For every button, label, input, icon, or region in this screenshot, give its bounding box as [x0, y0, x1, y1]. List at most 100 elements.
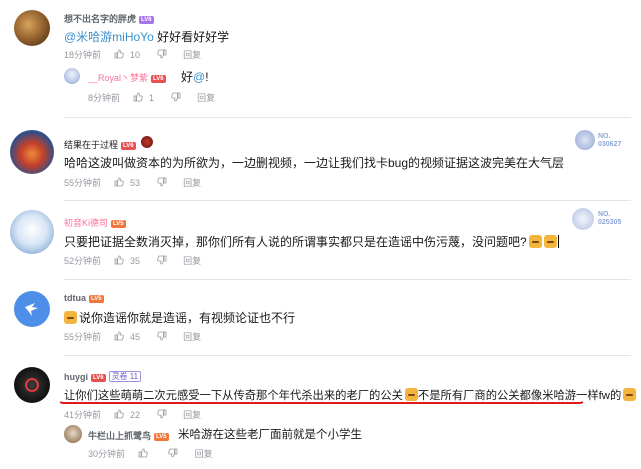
- fan-medal-badge[interactable]: 灵卷 11: [108, 371, 142, 382]
- comment-meta: 55分钟前 53 回复: [64, 176, 201, 189]
- like-icon[interactable]: [114, 255, 124, 267]
- reply-button[interactable]: 回复: [183, 254, 201, 267]
- dislike-icon[interactable]: [168, 448, 178, 460]
- reply-username-text[interactable]: 牛栏山上抓鹭鸟: [88, 431, 151, 441]
- dislike-icon[interactable]: [156, 255, 167, 267]
- flower-decoration-icon: [141, 136, 153, 148]
- username[interactable]: 结果在于过程 LV6: [64, 138, 136, 151]
- avatar[interactable]: [64, 425, 82, 443]
- fan-medal-name: 灵卷: [111, 372, 128, 381]
- reply-button[interactable]: 回复: [183, 48, 201, 61]
- comment-meta: 52分钟前 35 回复: [64, 254, 201, 267]
- reply-content: 好@!: [181, 68, 209, 85]
- comment-text: 哈哈这波叫做资本的为所欲为，一边删视频，一边让我们找卡bug的视频证据这波完美在…: [64, 156, 565, 170]
- reply-text: 好: [181, 70, 194, 84]
- like-icon[interactable]: [138, 448, 148, 460]
- comment-content: 只要把证据全数消灭掉，那你们所有人说的所谓事实都只是在造谣中伤污蔑，没问题吧?: [64, 233, 559, 250]
- dislike-icon[interactable]: [170, 92, 181, 104]
- comment-meta: 55分钟前 45 回复: [64, 330, 201, 343]
- username-text[interactable]: 结果在于过程: [64, 140, 118, 150]
- fan-card-label: NO.: [598, 133, 611, 140]
- emoji-icon: [543, 235, 557, 248]
- like-count: 1: [149, 92, 155, 103]
- reply-time: 30分钟前: [88, 449, 126, 459]
- username-text[interactable]: huygi: [64, 372, 88, 382]
- reply-button[interactable]: 回复: [183, 408, 201, 421]
- like-icon[interactable]: [114, 49, 124, 61]
- dislike-icon[interactable]: [156, 331, 167, 343]
- avatar[interactable]: [10, 210, 54, 254]
- comment-content: @米哈游miHoYo 好好看好好学: [64, 28, 229, 45]
- avatar[interactable]: [14, 291, 50, 327]
- emoji-icon: [64, 311, 77, 324]
- emoji-icon: [528, 235, 542, 248]
- fan-card-number: NO. 025305: [598, 211, 621, 227]
- divider: [64, 200, 631, 201]
- like-icon[interactable]: [114, 409, 124, 421]
- reply-time: 8分钟前: [88, 93, 121, 103]
- avatar[interactable]: [14, 10, 50, 46]
- like-icon[interactable]: [114, 331, 124, 343]
- level-badge: LV6: [91, 374, 106, 382]
- mention-link[interactable]: @米哈游miHoYo: [64, 30, 154, 44]
- like-count: 45: [130, 331, 141, 342]
- reply-button[interactable]: 回复: [197, 91, 215, 104]
- like-count: 22: [130, 409, 141, 420]
- fan-card-icon: [572, 208, 594, 230]
- dislike-icon[interactable]: [156, 49, 167, 61]
- mention-link[interactable]: @: [193, 70, 205, 84]
- username[interactable]: 初音Ki德司 LV5: [64, 216, 126, 229]
- reply-username[interactable]: __Royal丶梦紫 LV6: [88, 71, 166, 84]
- dislike-icon[interactable]: [156, 177, 167, 189]
- like-icon[interactable]: [114, 177, 124, 189]
- level-badge: LV6: [151, 75, 166, 83]
- fan-card-number: NO. 030627: [598, 133, 621, 149]
- divider: [64, 279, 631, 280]
- username-text[interactable]: tdtua: [64, 293, 86, 303]
- username[interactable]: huygi LV6 灵卷 11: [64, 371, 142, 382]
- text-cursor: [557, 235, 559, 248]
- comment-time: 55分钟前: [64, 332, 102, 342]
- username-text[interactable]: 想不出名字的胖虎: [64, 14, 136, 24]
- username-text[interactable]: 初音Ki德司: [64, 218, 108, 228]
- level-badge: LV6: [121, 142, 136, 150]
- comment-text: 只要把证据全数消灭掉，那你们所有人说的所谓事实都只是在造谣中伤污蔑，没问题吧?: [64, 235, 527, 249]
- comment-time: 18分钟前: [64, 50, 102, 60]
- level-badge: LV5: [89, 295, 104, 303]
- fan-card-value: 025305: [598, 219, 622, 226]
- fan-card-icon: [575, 130, 595, 150]
- comment-meta: 41分钟前 22 回复: [64, 408, 201, 421]
- bird-icon: [25, 303, 38, 316]
- avatar[interactable]: [10, 130, 54, 174]
- reply-username-text[interactable]: __Royal丶梦紫: [88, 73, 148, 83]
- annotation-underline: [58, 394, 585, 404]
- comment-text: 说你造谣你就是造谣，有视频论证也不行: [79, 311, 296, 325]
- divider: [64, 117, 631, 118]
- fan-card-label: NO.: [598, 211, 611, 218]
- fan-card-value: 030627: [598, 141, 622, 148]
- reply-meta: 8分钟前 1 回复: [88, 91, 215, 104]
- comment-time: 55分钟前: [64, 178, 102, 188]
- comment-text: 好好看好好学: [157, 30, 230, 44]
- fan-medal-level: 11: [129, 372, 139, 381]
- avatar[interactable]: [64, 68, 80, 84]
- reply-content: 米哈游在这些老厂面前就是个小学生: [178, 426, 362, 442]
- avatar[interactable]: [14, 367, 50, 403]
- level-badge: LV5: [154, 433, 169, 441]
- like-count: 10: [130, 49, 141, 60]
- comment-content: 哈哈这波叫做资本的为所欲为，一边删视频，一边让我们找卡bug的视频证据这波完美在…: [64, 154, 564, 171]
- username[interactable]: tdtua LV5: [64, 293, 104, 303]
- like-count: 53: [130, 177, 141, 188]
- reply-button[interactable]: 回复: [183, 176, 201, 189]
- comment-meta: 18分钟前 10 回复: [64, 48, 201, 61]
- reply-button[interactable]: 回复: [195, 447, 213, 460]
- logo-icon: [25, 378, 39, 392]
- reply-username[interactable]: 牛栏山上抓鹭鸟 LV5: [88, 429, 169, 442]
- reply-button[interactable]: 回复: [183, 330, 201, 343]
- emoji-icon: [623, 388, 637, 401]
- dislike-icon[interactable]: [156, 409, 167, 421]
- username[interactable]: 想不出名字的胖虎 LV6: [64, 12, 154, 25]
- comment-time: 41分钟前: [64, 410, 102, 420]
- level-badge: LV5: [111, 220, 126, 228]
- like-icon[interactable]: [133, 92, 143, 104]
